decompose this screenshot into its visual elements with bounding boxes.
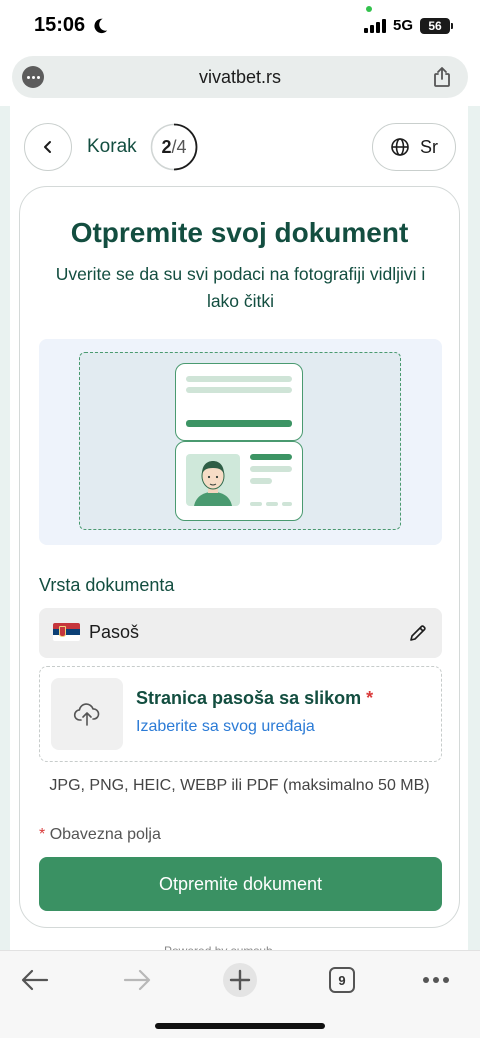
step-total: /4 xyxy=(171,136,187,157)
share-icon[interactable] xyxy=(430,65,454,89)
upload-dropzone[interactable]: Stranica pasoša sa slikom * Izaberite sa… xyxy=(39,666,442,762)
card-title: Otpremite svoj dokument xyxy=(70,217,409,248)
step-current: 2 xyxy=(161,136,172,157)
pencil-icon[interactable] xyxy=(408,623,428,643)
powered-by: Powered by sumsub xyxy=(164,941,273,950)
serbian-flag-icon xyxy=(53,623,80,641)
language-label: Sr xyxy=(420,136,438,157)
clock: 15:06 xyxy=(34,14,86,36)
required-mark: * xyxy=(366,688,374,708)
step-navigation: Korak 2/4 Sr xyxy=(24,123,456,173)
status-time: 15:06 xyxy=(34,14,109,37)
back-arrow-icon[interactable] xyxy=(17,962,53,998)
upload-card: Otpremite svoj dokument Uverite se da su… xyxy=(19,186,460,928)
tabs-icon[interactable]: 9 xyxy=(324,962,360,998)
url-text[interactable]: vivatbet.rs xyxy=(199,67,281,88)
accepted-formats: JPG, PNG, HEIC, WEBP ili PDF (maksimalno… xyxy=(49,777,430,794)
step-counter: 2/4 xyxy=(150,123,198,171)
url-bar[interactable]: vivatbet.rs xyxy=(12,56,468,98)
choose-file-link[interactable]: Izaberite sa svog uređaja xyxy=(136,718,315,736)
passport-photo-page xyxy=(175,441,303,521)
status-icons: 5G 56 xyxy=(363,17,453,34)
step-label: Korak xyxy=(87,136,137,157)
card-subtitle: Uverite se da su svi podaci na fotografi… xyxy=(55,264,426,311)
privacy-indicator xyxy=(366,6,372,12)
submit-document-button[interactable]: Otpremite dokument xyxy=(39,857,442,911)
doc-type-label: Vrsta dokumenta xyxy=(39,575,175,595)
upload-thumbnail[interactable] xyxy=(51,678,123,750)
menu-dots-icon[interactable] xyxy=(22,66,44,88)
doc-type-value: Pasoš xyxy=(89,622,140,642)
language-button[interactable]: Sr xyxy=(372,123,456,171)
home-indicator xyxy=(155,1023,325,1029)
more-icon[interactable] xyxy=(418,962,454,998)
globe-icon xyxy=(391,138,409,156)
network-type: 5G xyxy=(392,17,413,34)
plus-icon[interactable] xyxy=(222,962,258,998)
passport-top-page xyxy=(175,363,303,441)
cloud-upload-icon xyxy=(73,703,100,726)
signal-icon xyxy=(363,18,386,33)
required-mark: * xyxy=(39,826,46,843)
tab-count: 9 xyxy=(329,967,355,993)
person-icon xyxy=(186,454,240,506)
document-illustration xyxy=(39,339,442,545)
back-button[interactable] xyxy=(24,123,72,171)
forward-arrow-icon[interactable] xyxy=(119,962,155,998)
chevron-left-icon xyxy=(44,141,51,153)
doc-type-select[interactable]: Pasoš xyxy=(39,608,442,658)
step-progress-ring: 2/4 xyxy=(150,123,198,171)
upload-title: Stranica pasoša sa slikom * xyxy=(136,688,374,708)
battery-indicator: 56 xyxy=(420,17,453,34)
moon-icon xyxy=(94,18,108,33)
status-bar: 15:06 5G 56 xyxy=(0,0,480,56)
required-fields-note: * Obavezna polja xyxy=(39,826,161,843)
